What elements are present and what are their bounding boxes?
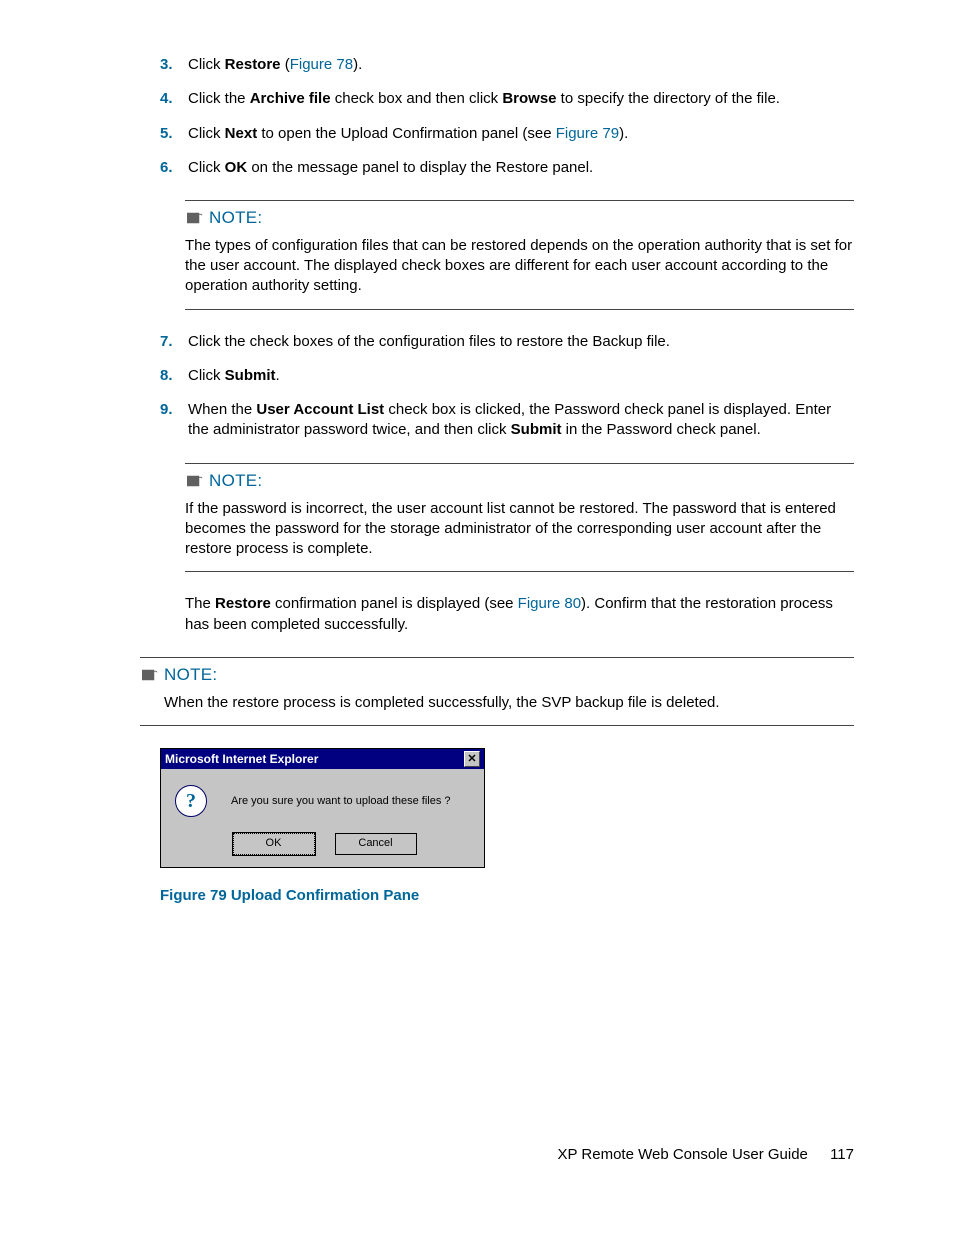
- bold-text: User Account List: [256, 401, 384, 418]
- step-body: Click Restore (Figure 78).: [188, 55, 854, 75]
- rule: [140, 657, 854, 658]
- text: on the message panel to display the Rest…: [247, 159, 593, 176]
- text: in the Password check panel.: [562, 421, 761, 438]
- question-icon: ?: [175, 785, 207, 817]
- text: When the: [188, 401, 256, 418]
- note-body: The types of configuration files that ca…: [185, 232, 854, 307]
- note-label: NOTE:: [164, 664, 217, 687]
- text: ).: [353, 56, 362, 73]
- text: confirmation panel is displayed (see: [271, 595, 518, 612]
- bold-text: Restore: [215, 595, 271, 612]
- step-number: 7.: [160, 332, 188, 352]
- note-icon: [185, 211, 203, 225]
- note-label: NOTE:: [209, 207, 262, 230]
- rule: [185, 571, 854, 572]
- text: (: [281, 56, 290, 73]
- text: .: [276, 367, 280, 384]
- dialog-title: Microsoft Internet Explorer: [165, 751, 318, 767]
- bold-text: Submit: [511, 421, 562, 438]
- text: Click: [188, 56, 225, 73]
- text: Click: [188, 159, 225, 176]
- text: to open the Upload Confirmation panel (s…: [257, 125, 556, 142]
- bold-text: Archive file: [250, 90, 331, 107]
- figure-caption: Figure 79 Upload Confirmation Pane: [160, 886, 854, 906]
- step-number: 6.: [160, 158, 188, 178]
- dialog-box: Microsoft Internet Explorer ✕ ? Are you …: [160, 748, 485, 868]
- step-body: Click the Archive file check box and the…: [188, 89, 854, 109]
- bold-text: OK: [225, 159, 248, 176]
- step-body: When the User Account List check box is …: [188, 400, 854, 441]
- page-number: 117: [830, 1146, 854, 1163]
- step-number: 3.: [160, 55, 188, 75]
- text: Click: [188, 367, 225, 384]
- note-block-3: NOTE: When the restore process is comple…: [140, 657, 854, 726]
- figure-link[interactable]: Figure 78: [290, 56, 353, 73]
- ok-button[interactable]: OK: [233, 833, 315, 855]
- ordered-steps-1: 3. Click Restore (Figure 78). 4. Click t…: [160, 55, 854, 178]
- note-body: If the password is incorrect, the user a…: [185, 495, 854, 570]
- bold-text: Browse: [502, 90, 556, 107]
- note-label: NOTE:: [209, 470, 262, 493]
- figure-link[interactable]: Figure 79: [556, 125, 619, 142]
- text: Click the: [188, 90, 250, 107]
- step-3: 3. Click Restore (Figure 78).: [160, 55, 854, 75]
- bold-text: Submit: [225, 367, 276, 384]
- bold-text: Next: [225, 125, 258, 142]
- step-6: 6. Click OK on the message panel to disp…: [160, 158, 854, 178]
- text: check box and then click: [331, 90, 503, 107]
- step-8: 8. Click Submit.: [160, 366, 854, 386]
- cancel-button[interactable]: Cancel: [335, 833, 417, 855]
- step-7: 7. Click the check boxes of the configur…: [160, 332, 854, 352]
- text: The: [185, 595, 215, 612]
- step-number: 8.: [160, 366, 188, 386]
- text: ).: [619, 125, 628, 142]
- note-icon: [185, 474, 203, 488]
- figure-dialog: Microsoft Internet Explorer ✕ ? Are you …: [160, 748, 485, 868]
- restore-paragraph: The Restore confirmation panel is displa…: [185, 594, 854, 635]
- rule: [185, 200, 854, 201]
- footer-title: XP Remote Web Console User Guide: [558, 1146, 808, 1163]
- close-icon[interactable]: ✕: [464, 751, 480, 767]
- rule: [185, 463, 854, 464]
- step-9: 9. When the User Account List check box …: [160, 400, 854, 441]
- step-body: Click Submit.: [188, 366, 854, 386]
- step-body: Click the check boxes of the configurati…: [188, 332, 854, 352]
- step-body: Click OK on the message panel to display…: [188, 158, 854, 178]
- step-number: 5.: [160, 124, 188, 144]
- page-footer: XP Remote Web Console User Guide 117: [558, 1145, 855, 1165]
- bold-text: Restore: [225, 56, 281, 73]
- rule: [185, 309, 854, 310]
- text: Click: [188, 125, 225, 142]
- ordered-steps-2: 7. Click the check boxes of the configur…: [160, 332, 854, 441]
- note-body: When the restore process is completed su…: [164, 689, 854, 723]
- note-icon: [140, 668, 158, 682]
- note-block-1: NOTE: The types of configuration files t…: [185, 200, 854, 310]
- step-number: 9.: [160, 400, 188, 441]
- step-5: 5. Click Next to open the Upload Confirm…: [160, 124, 854, 144]
- figure-link[interactable]: Figure 80: [518, 595, 581, 612]
- step-4: 4. Click the Archive file check box and …: [160, 89, 854, 109]
- step-body: Click Next to open the Upload Confirmati…: [188, 124, 854, 144]
- dialog-message: Are you sure you want to upload these fi…: [223, 794, 451, 809]
- text: to specify the directory of the file.: [557, 90, 780, 107]
- note-block-2: NOTE: If the password is incorrect, the …: [185, 463, 854, 573]
- dialog-titlebar: Microsoft Internet Explorer ✕: [161, 749, 484, 769]
- step-number: 4.: [160, 89, 188, 109]
- rule: [140, 725, 854, 726]
